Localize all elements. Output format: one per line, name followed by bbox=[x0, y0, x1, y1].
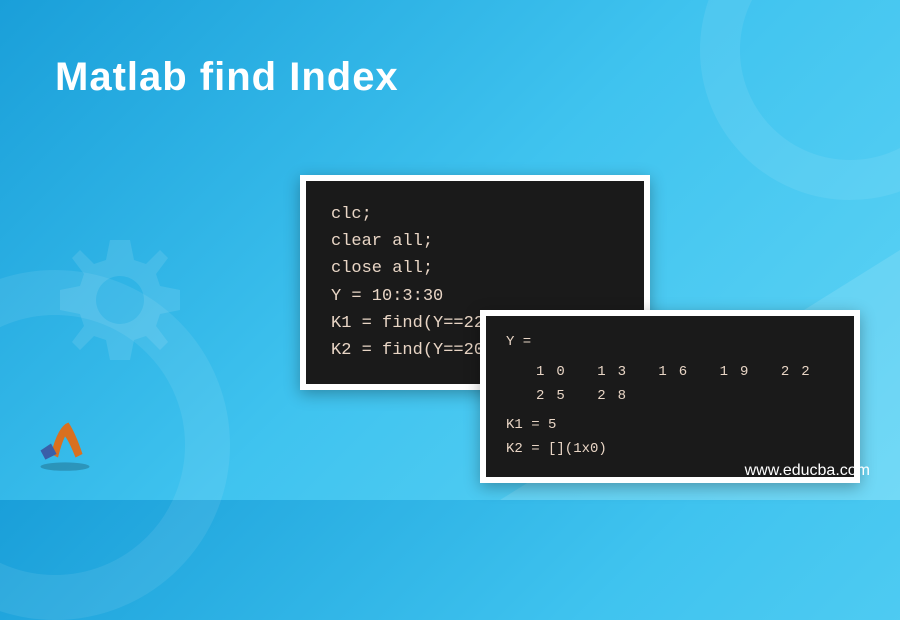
code-line: Y = 10:3:30 bbox=[331, 283, 619, 310]
output-line: K1 = 5 bbox=[506, 414, 834, 438]
output-line: Y = bbox=[506, 331, 834, 355]
page-title: Matlab find Index bbox=[55, 55, 399, 100]
code-output-block: Y = 10 13 16 19 22 25 28 K1 = 5 K2 = [](… bbox=[480, 310, 860, 483]
code-line: clear all; bbox=[331, 228, 619, 255]
code-line: close all; bbox=[331, 255, 619, 282]
gear-icon bbox=[20, 200, 220, 400]
code-line: clc; bbox=[331, 201, 619, 228]
output-line: K2 = [](1x0) bbox=[506, 438, 834, 462]
matlab-logo-icon bbox=[30, 405, 100, 475]
website-url: www.educba.com bbox=[745, 462, 870, 480]
output-values: 10 13 16 19 22 25 28 bbox=[506, 361, 834, 409]
bg-decoration-circle-1 bbox=[700, 0, 900, 200]
